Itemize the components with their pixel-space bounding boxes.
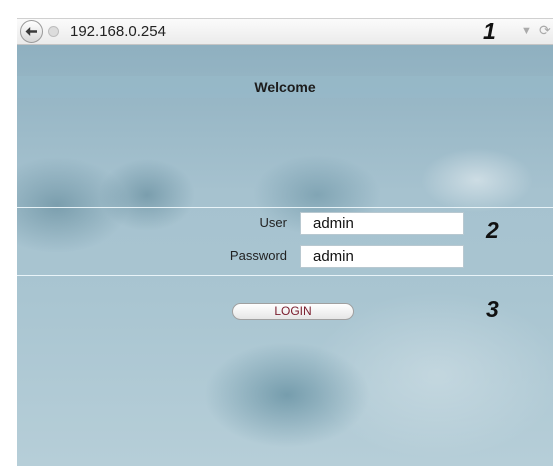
login-page: Welcome User Password LOGIN — [17, 45, 553, 466]
back-button[interactable] — [20, 20, 43, 43]
back-arrow-icon — [25, 27, 37, 36]
callout-1: 1 — [483, 18, 496, 44]
reload-icon[interactable]: ⟳ — [539, 22, 551, 39]
callout-2: 2 — [486, 217, 499, 243]
welcome-title: Welcome — [254, 79, 316, 95]
divider-bottom — [17, 275, 553, 276]
callout-3: 3 — [486, 296, 499, 322]
dropdown-arrow-icon[interactable]: ▼ — [521, 25, 532, 37]
welcome-banner: Welcome — [17, 76, 553, 98]
password-label: Password — [229, 248, 287, 263]
password-input[interactable] — [300, 245, 464, 268]
url-field[interactable]: 192.168.0.254 — [70, 23, 166, 41]
login-button[interactable]: LOGIN — [232, 303, 354, 320]
user-label: User — [259, 215, 287, 230]
site-info-icon[interactable] — [48, 26, 59, 37]
user-input[interactable] — [300, 212, 464, 235]
browser-address-bar: 192.168.0.254 ▼ ⟳ — [17, 18, 553, 45]
divider-top — [17, 207, 553, 208]
